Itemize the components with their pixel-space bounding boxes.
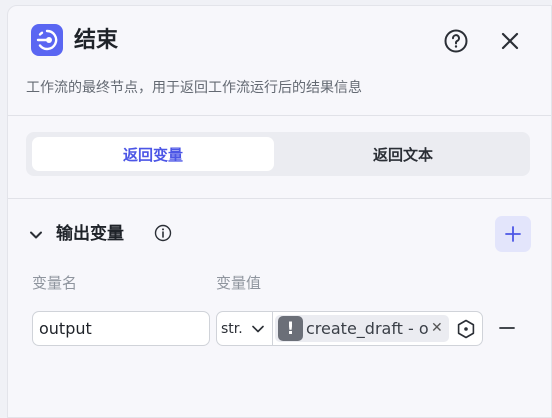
variable-picker-icon[interactable]: [456, 319, 476, 339]
variable-name-input[interactable]: [32, 311, 210, 346]
column-header-value: 变量值: [216, 274, 262, 292]
add-variable-button[interactable]: [495, 216, 531, 252]
info-icon[interactable]: [154, 224, 172, 242]
variable-reference-tag[interactable]: ! create_draft - output ✕: [275, 315, 449, 342]
node-title: 结束: [74, 28, 119, 53]
output-variables-header: 输出变量: [26, 216, 538, 252]
remove-reference-icon[interactable]: ✕: [431, 316, 443, 341]
help-icon[interactable]: [443, 28, 469, 54]
tab-return-variables[interactable]: 返回变量: [32, 137, 274, 171]
tabs-divider: [8, 198, 551, 199]
chevron-down-icon: [252, 325, 264, 333]
end-node-icon: [31, 24, 63, 56]
variable-type-label: str.: [221, 321, 243, 337]
end-node-panel: 结束 工作流的最终节点，用于返回工作流运行后的结果信息 返回变量 返回文本 输出…: [7, 5, 552, 418]
variable-reference-label: create_draft - output: [306, 319, 428, 338]
node-description: 工作流的最终节点，用于返回工作流运行后的结果信息: [26, 80, 362, 96]
collapse-chevron-icon[interactable]: [28, 227, 44, 243]
column-header-name: 变量名: [32, 274, 78, 292]
variable-value-field: str. ! create_draft - output ✕: [216, 311, 483, 346]
exclamation-icon: !: [278, 316, 303, 341]
output-mode-tabs: 返回变量 返回文本: [26, 132, 530, 176]
plus-icon: [505, 226, 521, 242]
output-variables-title: 输出变量: [56, 224, 124, 244]
minus-icon: [499, 327, 515, 329]
tab-return-text[interactable]: 返回文本: [282, 137, 524, 171]
variable-type-select[interactable]: str.: [217, 312, 272, 345]
close-icon[interactable]: [498, 29, 522, 53]
remove-variable-button[interactable]: [498, 319, 516, 337]
panel-header: 结束 工作流的最终节点，用于返回工作流运行后的结果信息: [8, 6, 551, 116]
header-divider: [8, 115, 551, 116]
type-separator: [272, 312, 273, 345]
